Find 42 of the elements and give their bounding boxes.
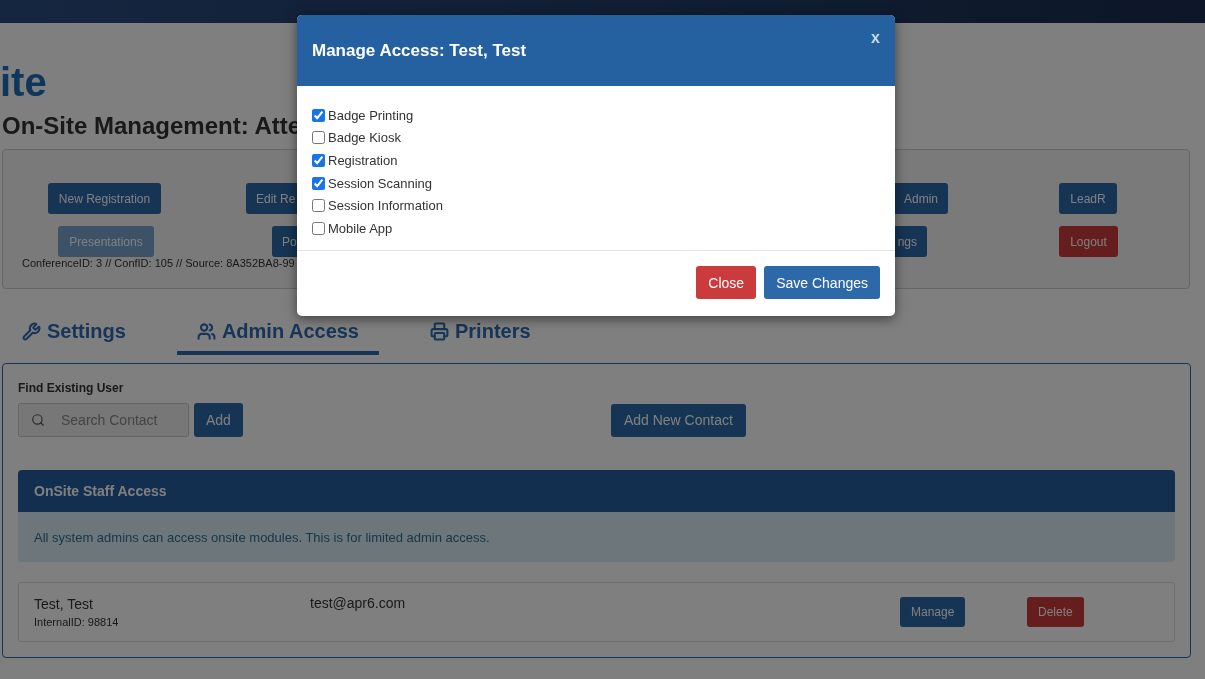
nav-button[interactable]: LeadR <box>1059 183 1117 214</box>
checkbox[interactable] <box>312 176 325 190</box>
internal-id: InternalID: 98814 <box>34 616 120 628</box>
manage-button[interactable]: Manage <box>900 597 966 627</box>
checkbox[interactable] <box>312 131 325 145</box>
info-line: ConferenceID: 3 // ConfID: 105 // Source: 8A352BA8-99 <box>22 257 295 269</box>
panel-header: OnSite Staff Access <box>18 470 1175 512</box>
checkbox[interactable] <box>312 221 325 235</box>
field-label: Find Existing User <box>18 381 125 395</box>
checkbox-label: Registration <box>328 153 398 168</box>
module-checkbox[interactable]: Registration <box>312 149 880 172</box>
checkbox-label: Badge Kiosk <box>328 130 401 146</box>
module-checkbox[interactable]: Mobile App <box>312 216 880 240</box>
staff-email: test@apr6.com <box>310 595 407 611</box>
checkbox[interactable] <box>312 154 325 167</box>
delete-button[interactable]: Delete <box>1027 597 1084 627</box>
search-icon <box>31 413 45 427</box>
tab[interactable]: Printers <box>426 311 535 355</box>
module-checkbox[interactable]: Badge Printing <box>312 104 880 127</box>
add-new-contact-button[interactable]: Add New Contact <box>610 403 746 437</box>
users-icon <box>196 321 216 341</box>
save-button[interactable]: Save Changes <box>764 266 880 299</box>
modal-title: Manage Access: Test, Test <box>312 41 527 61</box>
nav-button[interactable]: Logout <box>1059 226 1118 257</box>
tab[interactable]: Settings <box>18 311 130 355</box>
wrench-icon <box>22 321 41 341</box>
checkbox-label: Mobile App <box>328 220 393 236</box>
close-button[interactable]: x <box>871 29 880 47</box>
module-checkbox[interactable]: Badge Kiosk <box>312 126 880 150</box>
checkbox[interactable] <box>312 108 325 122</box>
printer-icon <box>430 321 449 341</box>
add-button[interactable]: Add <box>194 403 243 437</box>
app-title: ite <box>0 59 48 105</box>
info-note: All system admins can access onsite modules. This is for limited admin access. <box>18 512 1175 562</box>
checkbox-label: Session Scanning <box>328 175 433 191</box>
nav-button[interactable]: New Registration <box>48 183 161 214</box>
checkbox-label: Session Information <box>328 198 443 214</box>
checkbox[interactable] <box>312 199 325 213</box>
nav-button[interactable]: Presentations <box>58 226 154 257</box>
checkbox-label: Badge Printing <box>328 107 414 123</box>
close-button[interactable]: Close <box>696 266 757 299</box>
staff-name: Test, Test <box>34 596 94 612</box>
